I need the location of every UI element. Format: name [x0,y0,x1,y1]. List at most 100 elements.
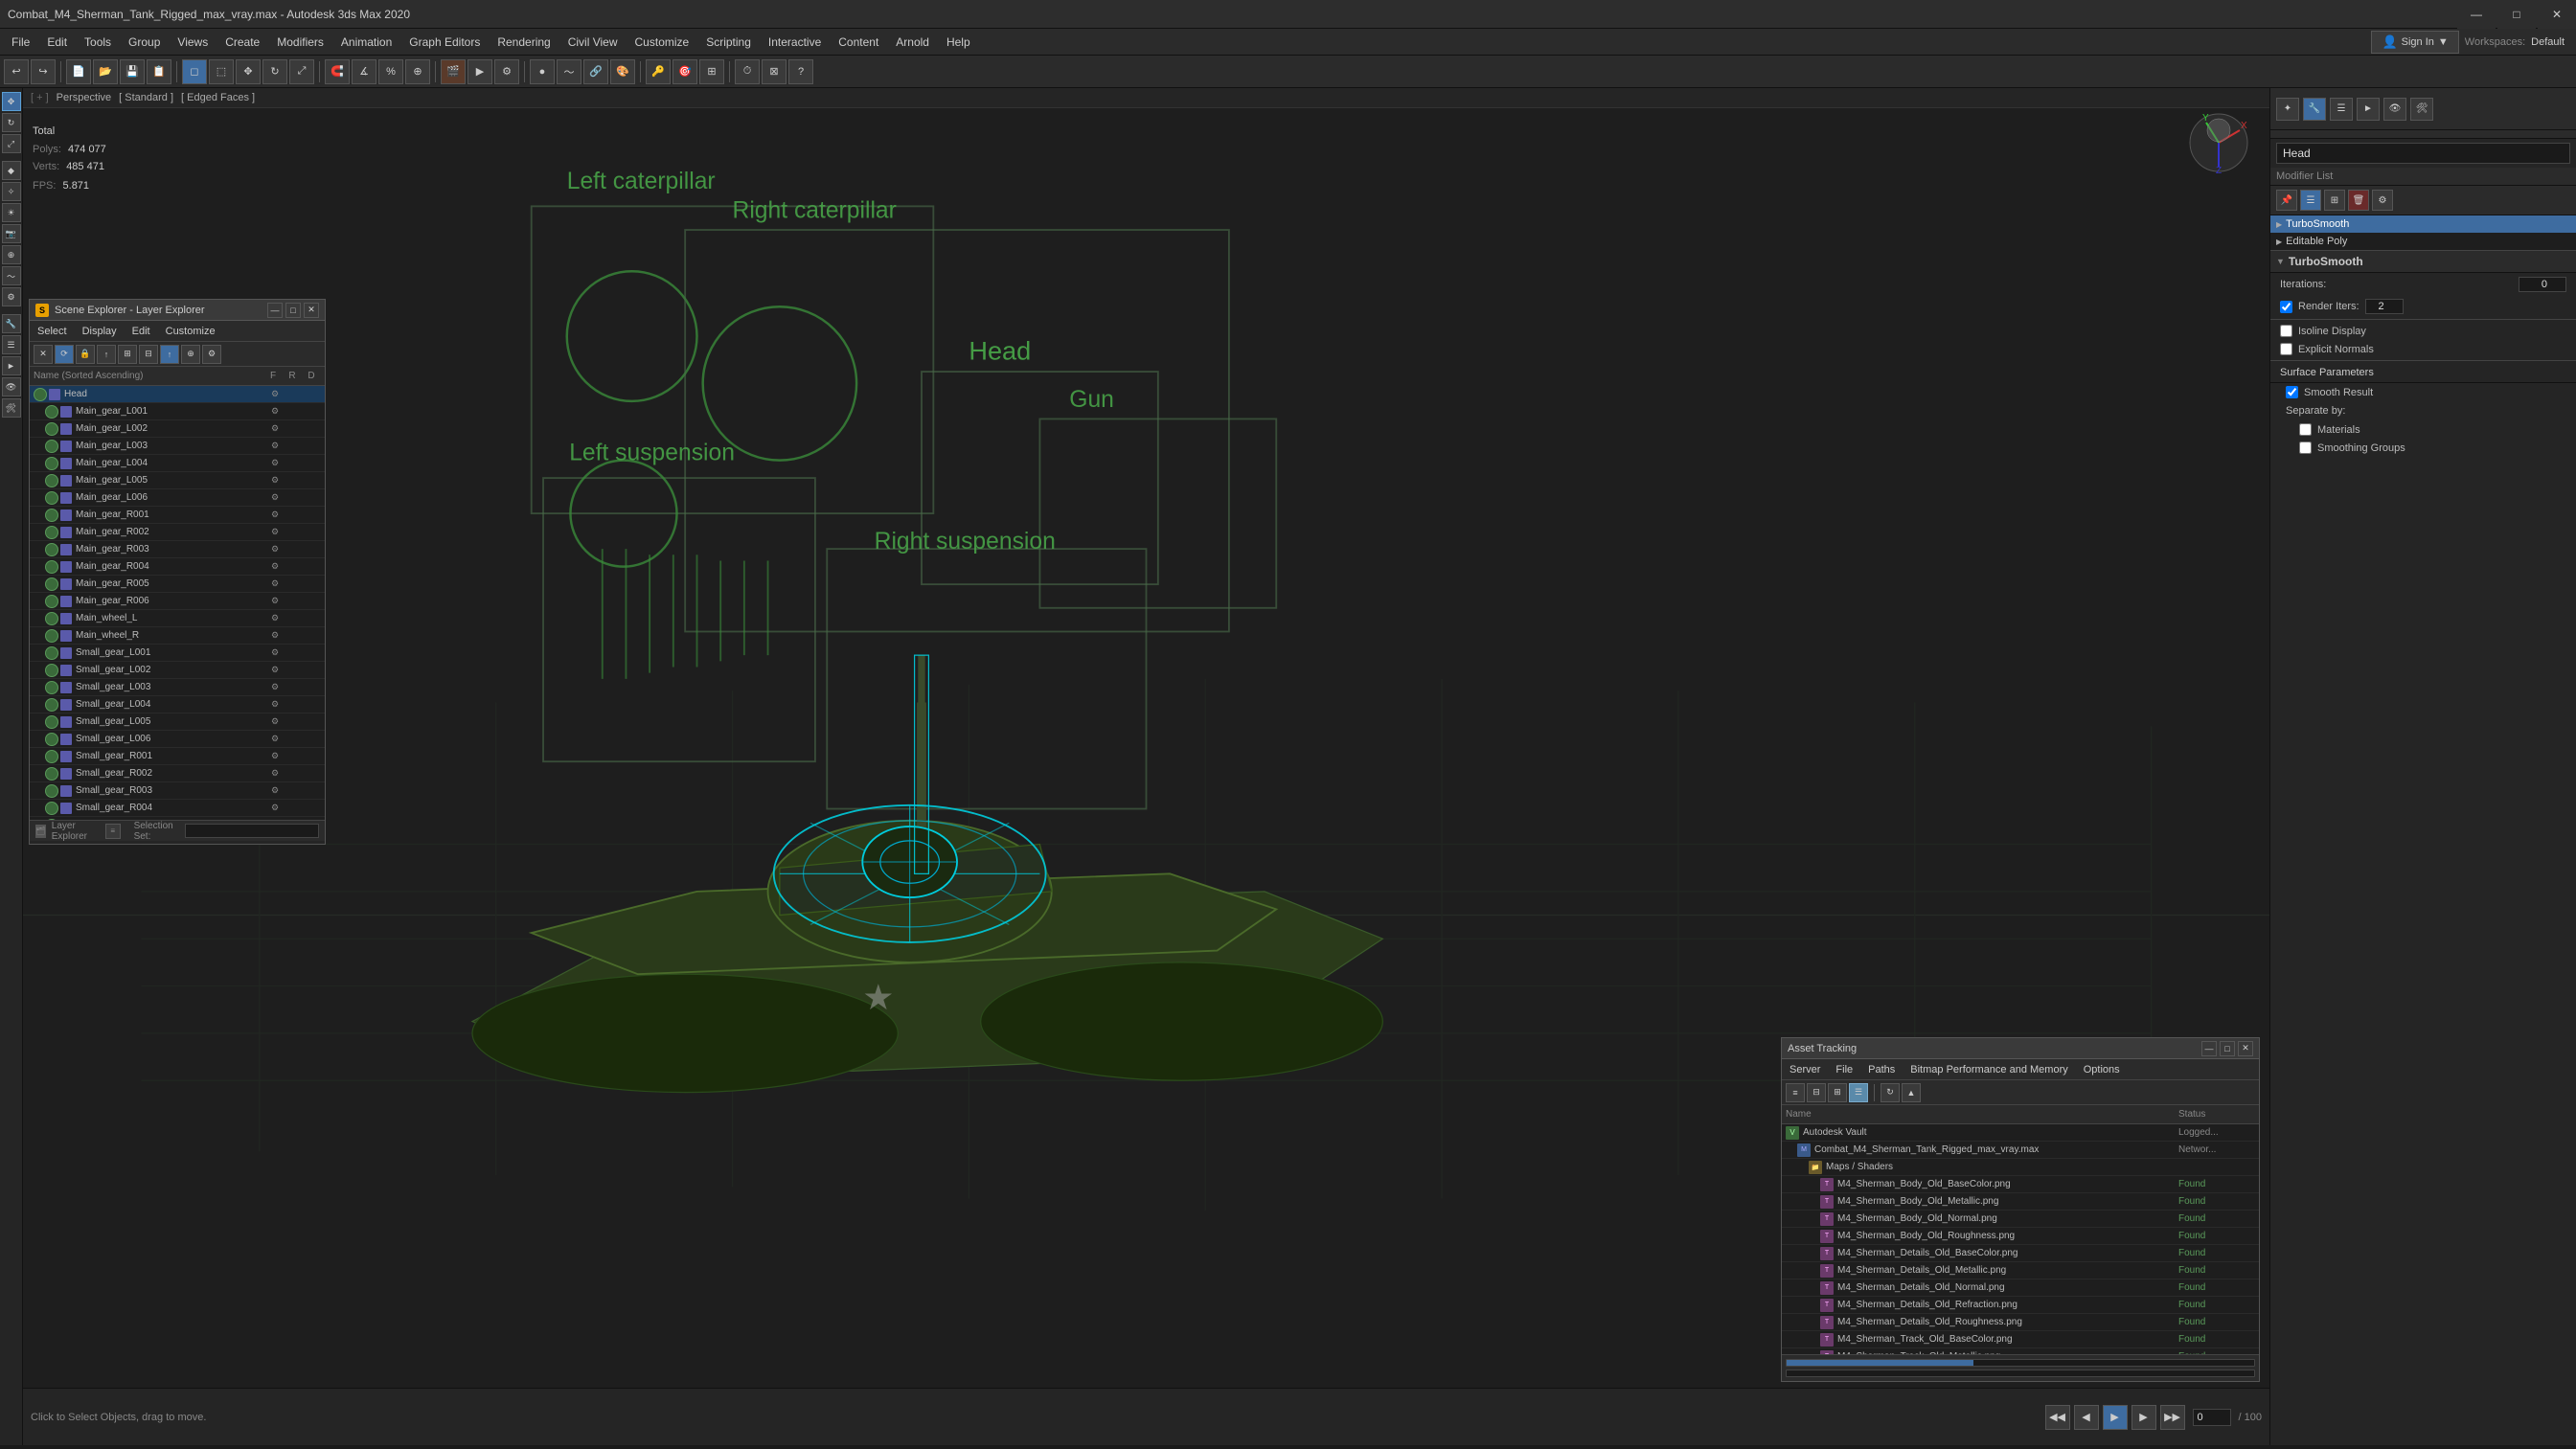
se-row-0[interactable]: Head ⚙ [30,386,325,403]
asset-tracking-list[interactable]: V Autodesk Vault Logged... M Combat_M4_S… [1782,1124,2259,1362]
se-row-3[interactable]: Main_gear_L003 ⚙ [30,438,325,455]
se-row-23[interactable]: Small_gear_R003 ⚙ [30,782,325,800]
at-row-tex8[interactable]: T M4_Sherman_Details_Old_Refraction.png … [1782,1297,2259,1314]
select-and-move[interactable]: ✥ [2,92,21,111]
motion-panel[interactable]: ► [2,356,21,375]
se-row-10[interactable]: Main_gear_R004 ⚙ [30,558,325,576]
open-button[interactable]: 📂 [93,59,118,84]
at-row-tex7[interactable]: T M4_Sherman_Details_Old_Normal.png Foun… [1782,1279,2259,1297]
save-button[interactable]: 💾 [120,59,145,84]
se-close-button[interactable]: ✕ [304,303,319,318]
at-row-tex3[interactable]: T M4_Sherman_Body_Old_Normal.png Found [1782,1211,2259,1228]
time-configuration[interactable]: ⏱ [735,59,760,84]
se-expand-button[interactable]: ⊞ [118,345,137,364]
snap-toggle[interactable]: 🧲 [325,59,350,84]
schematic-view[interactable]: 🔗 [583,59,608,84]
sign-in-button[interactable]: 👤 Sign In ▼ [2371,31,2458,54]
motion-tab-button[interactable]: ► [2357,98,2380,121]
auto-key[interactable]: 🔑 [646,59,671,84]
at-menu-bitmap-perf[interactable]: Bitmap Performance and Memory [1903,1062,2075,1077]
smooth-result-checkbox[interactable] [2286,386,2298,398]
undo-button[interactable]: ↩ [4,59,29,84]
key-filter[interactable]: ⊞ [699,59,724,84]
save-as-button[interactable]: 📋 [147,59,171,84]
rotate-tool[interactable]: ↻ [262,59,287,84]
menu-civil-view[interactable]: Civil View [560,32,626,53]
se-menu-edit[interactable]: Edit [125,324,158,339]
create-lights[interactable]: ☀ [2,203,21,222]
at-list-view[interactable]: ≡ [1786,1083,1805,1102]
help-button-toolbar[interactable]: ? [788,59,813,84]
angle-snap[interactable]: ∡ [352,59,376,84]
curve-editor[interactable]: 〜 [557,59,581,84]
at-menu-paths[interactable]: Paths [1860,1062,1903,1077]
hierarchy-tab-button[interactable]: ☰ [2330,98,2353,121]
object-name-input[interactable] [2276,143,2570,164]
se-sort-button[interactable]: ↑ [160,345,179,364]
menu-animation[interactable]: Animation [333,32,399,53]
scene-explorer-list[interactable]: Head ⚙ Main_gear_L001 ⚙ Main_gear_L002 ⚙ [30,386,325,820]
se-row-4[interactable]: Main_gear_L004 ⚙ [30,455,325,472]
at-row-tex6[interactable]: T M4_Sherman_Details_Old_Metallic.png Fo… [1782,1262,2259,1279]
selection-set-input[interactable] [185,824,319,838]
at-row-tex9[interactable]: T M4_Sherman_Details_Old_Roughness.png F… [1782,1314,2259,1331]
se-row-21[interactable]: Small_gear_R001 ⚙ [30,748,325,765]
se-minimize-button[interactable]: — [267,303,283,318]
menu-tools[interactable]: Tools [77,32,119,53]
create-spacewarps[interactable]: 〜 [2,266,21,285]
create-helpers[interactable]: ⊕ [2,245,21,264]
at-row-tex4[interactable]: T M4_Sherman_Body_Old_Roughness.png Foun… [1782,1228,2259,1245]
se-lock-button[interactable]: 🔒 [76,345,95,364]
menu-arnold[interactable]: Arnold [888,32,937,53]
at-refresh-button[interactable]: ↻ [1881,1083,1900,1102]
modify-panel[interactable]: 🔧 [2,314,21,333]
percent-snap[interactable]: % [378,59,403,84]
menu-group[interactable]: Group [121,32,168,53]
se-row-24[interactable]: Small_gear_R004 ⚙ [30,800,325,817]
render-settings[interactable]: ⚙ [494,59,519,84]
at-detail-view[interactable]: ☰ [1849,1083,1868,1102]
se-row-2[interactable]: Main_gear_L002 ⚙ [30,420,325,438]
menu-modifiers[interactable]: Modifiers [269,32,331,53]
menu-scripting[interactable]: Scripting [698,32,759,53]
render-iters-checkbox[interactable] [2280,301,2292,313]
surface-params-header[interactable]: Surface Parameters [2270,363,2576,383]
at-row-tex2[interactable]: T M4_Sherman_Body_Old_Metallic.png Found [1782,1193,2259,1211]
at-menu-options[interactable]: Options [2076,1062,2128,1077]
menu-edit[interactable]: Edit [39,32,75,53]
quick-render[interactable]: ▶ [467,59,492,84]
menu-customize[interactable]: Customize [627,32,697,53]
show-end-result-button[interactable]: ☰ [2300,190,2321,211]
se-row-5[interactable]: Main_gear_L005 ⚙ [30,472,325,489]
remove-modifier-button[interactable]: 🗑 [2348,190,2369,211]
utilities-tab-button[interactable]: 🛠 [2410,98,2433,121]
se-menu-display[interactable]: Display [75,324,125,339]
at-menu-server[interactable]: Server [1782,1062,1828,1077]
se-row-8[interactable]: Main_gear_R002 ⚙ [30,524,325,541]
menu-interactive[interactable]: Interactive [761,32,829,53]
se-row-1[interactable]: Main_gear_L001 ⚙ [30,403,325,420]
maximize-button[interactable]: □ [2497,0,2536,29]
viewport-background[interactable]: ⊠ [762,59,786,84]
minimize-button[interactable]: — [2457,0,2496,29]
se-row-16[interactable]: Small_gear_L002 ⚙ [30,662,325,679]
at-thumbnail-view[interactable]: ⊞ [1828,1083,1847,1102]
viewport-standard[interactable]: [ Standard ] [119,92,173,103]
turbosmooth-modifier[interactable]: ▶ TurboSmooth [2270,215,2576,233]
frame-input[interactable] [2193,1409,2231,1426]
viewport-edged-faces[interactable]: [ Edged Faces ] [181,92,255,103]
se-row-20[interactable]: Small_gear_L006 ⚙ [30,731,325,748]
se-restore-button[interactable]: □ [285,303,301,318]
at-row-tex5[interactable]: T M4_Sherman_Details_Old_BaseColor.png F… [1782,1245,2259,1262]
select-and-scale[interactable]: ⤢ [2,134,21,153]
editable-poly-modifier[interactable]: ▶ Editable Poly [2270,233,2576,250]
move-tool[interactable]: ✥ [236,59,261,84]
menu-graph-editors[interactable]: Graph Editors [401,32,488,53]
create-geometry[interactable]: ◆ [2,161,21,180]
at-menu-file[interactable]: File [1828,1062,1860,1077]
scale-tool[interactable]: ⤢ [289,59,314,84]
menu-help[interactable]: Help [939,32,978,53]
render-button[interactable]: 🎬 [441,59,466,84]
se-clear-selection[interactable]: ✕ [34,345,53,364]
se-show-local-button[interactable]: ↑ [97,345,116,364]
